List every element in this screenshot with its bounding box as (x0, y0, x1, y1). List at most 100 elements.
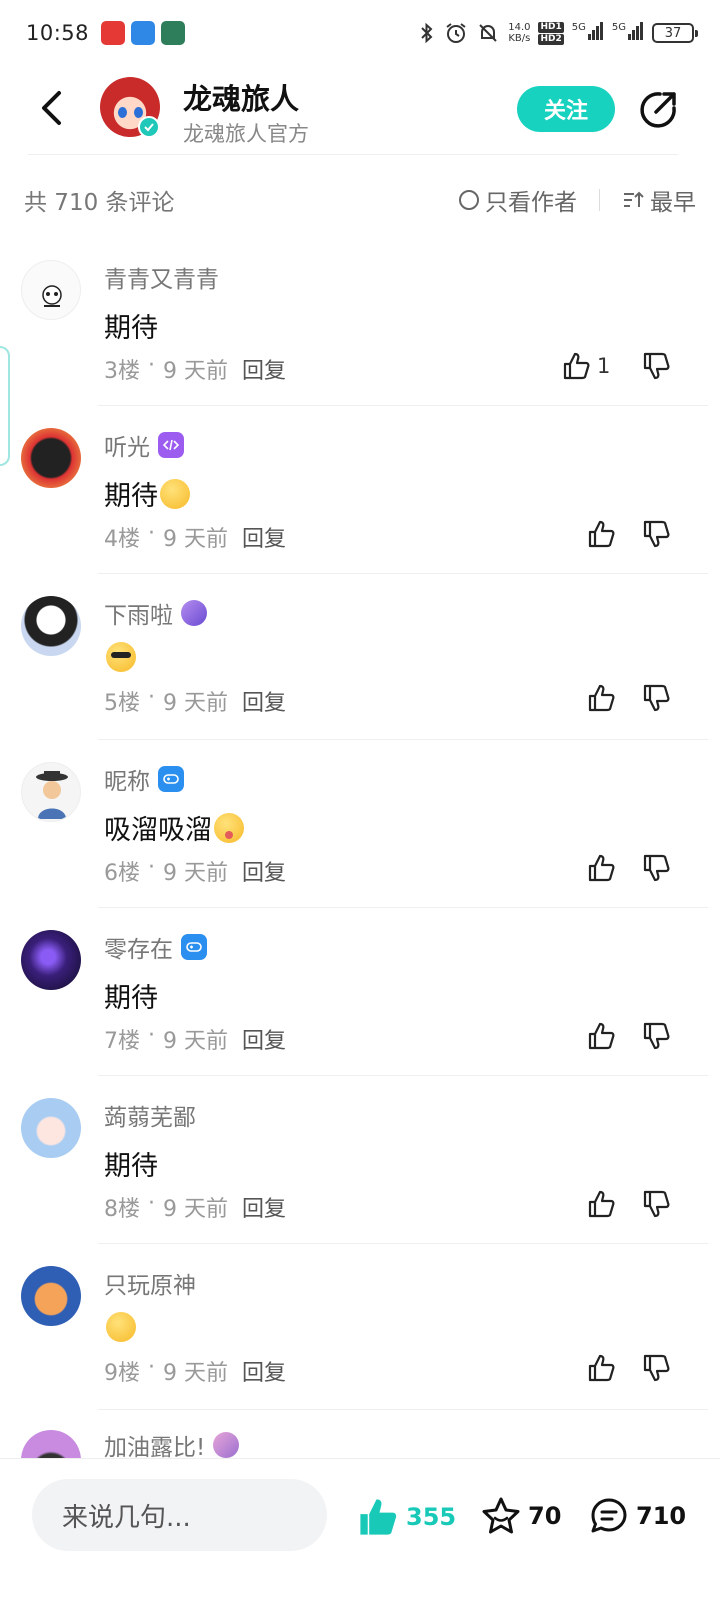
comment-time: 9 天前 (163, 1361, 228, 1386)
commenter-name-row: 零存在 (104, 930, 207, 964)
reply-button[interactable]: 回复 (242, 521, 286, 553)
commenter-avatar[interactable] (21, 1430, 81, 1458)
commenter-avatar[interactable] (21, 930, 81, 990)
comments-button[interactable]: 710 (588, 1495, 686, 1537)
comment-text: 期待 (104, 474, 190, 513)
meta-dot: · (148, 353, 155, 378)
post-header: 龙魂旅人 龙魂旅人官方 关注 (0, 66, 720, 154)
commenter-avatar[interactable] (21, 428, 81, 488)
follow-button[interactable]: 关注 (517, 86, 615, 132)
like-button[interactable] (586, 683, 616, 713)
comment-meta: 3楼 · 9 天前 回复 (104, 353, 286, 385)
commenter-avatar[interactable] (21, 1266, 81, 1326)
comment-text: 吸溜吸溜 (104, 808, 244, 847)
like-button[interactable] (586, 853, 616, 883)
star-icon (482, 1497, 520, 1534)
signal-1: 5G (572, 22, 604, 44)
comment-bubble-icon (591, 1498, 627, 1533)
reply-button[interactable]: 回复 (242, 1355, 286, 1387)
like-button[interactable] (586, 519, 616, 549)
comment-meta: 5楼 · 9 天前 回复 (104, 685, 286, 717)
thumbs-up-icon (563, 352, 590, 380)
reply-button[interactable]: 回复 (242, 855, 286, 887)
dislike-button[interactable] (641, 351, 671, 385)
meta-dot: · (148, 521, 155, 546)
commenter-name-row: 加油露比! (104, 1428, 240, 1458)
commenter-name[interactable]: 听光 (104, 428, 150, 462)
commenter-name-row: 蒟蒻芜鄙 (104, 1098, 196, 1132)
comment-time: 9 天前 (163, 861, 228, 886)
sort-label: 最早 (650, 190, 696, 216)
author-name[interactable]: 龙魂旅人 (183, 76, 299, 118)
commenter-name[interactable]: 青青又青青 (104, 260, 219, 294)
app-notification-icon (101, 21, 126, 45)
thumbs-down-icon (643, 684, 670, 712)
smiling-hearts-emoji-icon (160, 478, 190, 509)
back-button[interactable] (30, 86, 74, 130)
radio-circle-icon (459, 190, 479, 210)
dislike-button[interactable] (641, 1353, 671, 1387)
meta-dot: · (148, 855, 155, 880)
hd-indicator: HD1 HD2 (538, 21, 564, 45)
comment-item: 蒟蒻芜鄙 期待 8楼 · 9 天前 回复 (0, 1088, 720, 1245)
commenter-avatar[interactable] (21, 596, 81, 656)
dislike-button[interactable] (641, 683, 671, 717)
dislike-button[interactable] (641, 853, 671, 887)
post-like-button[interactable]: 355 (356, 1495, 456, 1539)
commenter-avatar[interactable] (21, 1098, 81, 1158)
comment-divider (98, 907, 708, 908)
commenter-name[interactable]: 下雨啦 (104, 596, 173, 630)
commenter-name[interactable]: 只玩原神 (104, 1266, 196, 1300)
thumbs-down-icon (643, 1022, 670, 1050)
dislike-button[interactable] (641, 519, 671, 553)
reply-button[interactable]: 回复 (242, 685, 286, 717)
reply-button[interactable]: 回复 (242, 1023, 286, 1055)
favorite-count: 70 (528, 1502, 562, 1530)
only-author-toggle[interactable]: 只看作者 (459, 183, 577, 217)
hd1-label: HD1 (538, 21, 564, 33)
share-button[interactable] (636, 88, 680, 132)
net2-label: 5G (611, 22, 626, 33)
comment-item: 只玩原神 9楼 · 9 天前 回复 (0, 1256, 720, 1411)
comment-divider (98, 1243, 708, 1244)
share-icon (640, 92, 676, 128)
commenter-name-row: 昵称 (104, 762, 184, 796)
commenter-avatar[interactable] (21, 762, 81, 822)
like-button[interactable]: 1 (561, 351, 610, 381)
comment-text-content: 期待 (104, 1151, 158, 1182)
comment-meta: 8楼 · 9 天前 回复 (104, 1191, 286, 1223)
like-button[interactable] (586, 1189, 616, 1219)
meta-dot: · (148, 685, 155, 710)
sort-toggle[interactable]: 最早 (622, 183, 696, 217)
comment-text (104, 642, 136, 672)
favorite-button[interactable]: 70 (480, 1495, 561, 1537)
comment-floor: 6楼 (104, 861, 140, 886)
commenter-name[interactable]: 蒟蒻芜鄙 (104, 1098, 196, 1132)
comment-text: 期待 (104, 1144, 158, 1183)
thumbs-down-icon (643, 1190, 670, 1218)
commenter-name[interactable]: 昵称 (104, 762, 150, 796)
dislike-button[interactable] (641, 1189, 671, 1223)
battery-level: 37 (664, 25, 682, 41)
reply-button[interactable]: 回复 (242, 1191, 286, 1223)
speed-value: 14.0 (508, 22, 531, 33)
reply-button[interactable]: 回复 (242, 353, 286, 385)
comment-input[interactable]: 来说几句... (32, 1479, 327, 1551)
signal-bars-icon (587, 22, 604, 44)
like-button[interactable] (586, 1353, 616, 1383)
verified-badge-icon (138, 116, 160, 138)
comment-text-content: 期待 (104, 983, 158, 1014)
comment-meta: 9楼 · 9 天前 回复 (104, 1355, 286, 1387)
comment-item: 加油露比! (0, 1422, 720, 1458)
sunglasses-emoji-icon (106, 642, 136, 672)
decoration-badge-icon (181, 600, 207, 626)
commenter-avatar[interactable] (21, 260, 81, 320)
comment-text-content: 期待 (104, 481, 158, 512)
commenter-name[interactable]: 加油露比! (104, 1428, 205, 1458)
commenter-name[interactable]: 零存在 (104, 930, 173, 964)
dislike-button[interactable] (641, 1021, 671, 1055)
mute-bell-icon (479, 24, 497, 42)
thumbs-up-icon (588, 1022, 615, 1050)
like-button[interactable] (586, 1021, 616, 1051)
signal-bars-icon (628, 22, 644, 44)
